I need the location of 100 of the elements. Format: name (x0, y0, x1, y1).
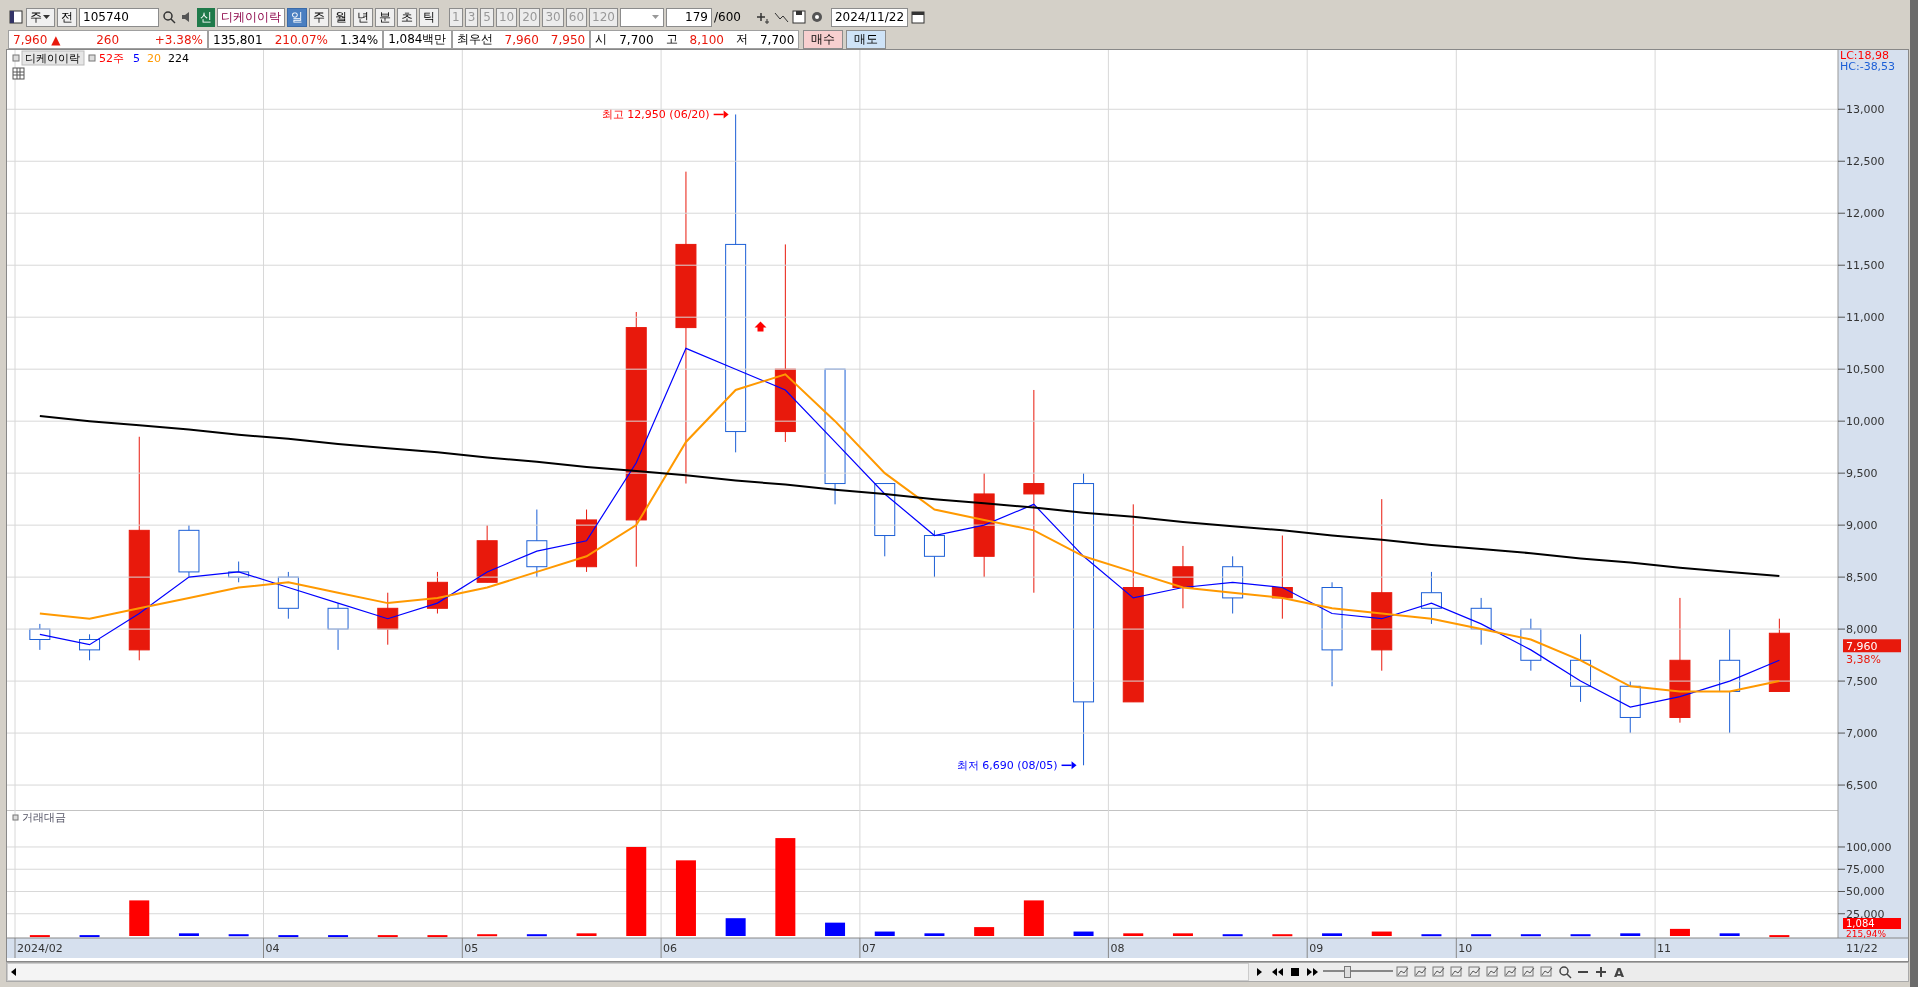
price-annotation: 최고 12,950 (06/20) (601, 108, 710, 122)
volume-bar (974, 927, 995, 936)
price-tag: 7,960 (1843, 639, 1901, 654)
legend-item: 20 (147, 52, 161, 65)
date-label: 11 (1657, 942, 1672, 955)
stock-name-field[interactable]: 디케이이락 (217, 7, 285, 27)
quote-value: 8,100 (689, 32, 724, 47)
sell-button[interactable]: 매도 (846, 30, 887, 49)
volume-bar (1669, 928, 1690, 936)
quote-value: 1,084백만 (388, 31, 447, 48)
quote-value: 최우선 (456, 31, 493, 48)
caret-icon (650, 13, 660, 21)
table-icon[interactable] (12, 67, 25, 80)
period-tab[interactable]: 초 (397, 7, 417, 27)
price-axis-label: 12,500 (1846, 155, 1885, 169)
quote-value: 7,950 (550, 32, 586, 47)
date-label: 2024/02 (17, 942, 63, 955)
price-axis-label: 9,000 (1846, 519, 1878, 533)
quote-value: +3.38% (154, 32, 203, 47)
candle (1520, 618, 1542, 672)
legend-name[interactable]: 디케이이락 (21, 50, 85, 66)
volume-bar (29, 935, 50, 938)
volume-bar (278, 935, 299, 938)
quote-value: 260 (96, 32, 120, 47)
period-tab[interactable]: 일 (287, 7, 307, 27)
credit-badge: 신 (197, 7, 215, 27)
price-axis-label: 11,000 (1846, 311, 1885, 325)
candle (228, 561, 250, 583)
zoom-icon[interactable] (1557, 964, 1573, 980)
volume-bar (1073, 931, 1094, 936)
price-axis-label: 11,500 (1846, 259, 1885, 273)
code-field[interactable]: 105740 (79, 7, 159, 27)
quote-value: 7,960 (504, 32, 539, 47)
candle (923, 529, 945, 578)
quote-value: 1.34% (340, 32, 379, 47)
volume-bar (1769, 935, 1790, 938)
annotation-arrow (1060, 761, 1077, 770)
volume-bar (129, 900, 150, 936)
buy-button[interactable]: 매수 (803, 30, 844, 49)
volume-bar (1222, 934, 1243, 937)
volume-bar (725, 918, 746, 936)
price-axis-label: 8,000 (1846, 623, 1878, 637)
period-tab[interactable]: 틱 (419, 7, 439, 27)
candle (576, 509, 598, 573)
zoom-slider-thumb[interactable] (1344, 966, 1352, 978)
all-button[interactable]: 전 (57, 7, 77, 27)
font-button[interactable]: A (1611, 964, 1628, 980)
ratio-tag: 215,94% (1846, 929, 1887, 939)
candle (1172, 545, 1194, 609)
market-dropdown[interactable]: 주 (26, 7, 55, 27)
change-tag: 3,38% (1846, 653, 1881, 667)
volume-bar (1272, 934, 1293, 937)
volume-bar (1570, 934, 1591, 937)
quote-value: 시 (595, 31, 608, 48)
panel-icon[interactable] (8, 9, 24, 25)
date-field[interactable]: 2024/11/22 (830, 7, 909, 27)
save-icon[interactable] (790, 9, 807, 25)
count-field[interactable]: 179 (665, 7, 712, 27)
chart-icon[interactable] (1539, 964, 1555, 980)
legend-item: 52주 (99, 52, 124, 65)
candle (476, 524, 498, 583)
horizontal-scrollbar[interactable] (7, 963, 1249, 981)
unit-dropdown[interactable] (619, 7, 664, 27)
volume-bar (874, 931, 895, 936)
volume-bar (526, 934, 547, 937)
quote-value: 210.07% (274, 32, 328, 47)
volume-axis-label: 25,000 (1846, 907, 1885, 921)
volume-bar (924, 933, 945, 936)
volume-axis-label: 50,000 (1846, 885, 1885, 899)
candle (377, 592, 399, 646)
candle (1619, 680, 1641, 734)
price-annotation: 최저 6,690 (08/05) (956, 759, 1058, 773)
total-count: /600 (713, 10, 741, 24)
date-label: 09 (1309, 942, 1324, 955)
candle (29, 623, 51, 651)
volume-bar (228, 934, 249, 937)
quote-value: 고 (665, 31, 678, 48)
calendar-icon[interactable] (910, 9, 927, 25)
legend-icon (88, 54, 96, 62)
volume-axis-label: 100,000 (1846, 841, 1892, 854)
period-tab[interactable]: 월 (331, 7, 351, 27)
volume-bar (825, 922, 846, 936)
period-tab[interactable]: 분 (375, 7, 395, 27)
date-label: 10 (1458, 942, 1473, 955)
annotation-arrow (712, 110, 729, 119)
period-tab[interactable]: 주 (309, 7, 329, 27)
date-label: 05 (464, 942, 479, 955)
period-tab[interactable]: 년 (353, 7, 373, 27)
volume-bar (1371, 931, 1392, 936)
hc-label: HC:-38,53 (1840, 60, 1896, 73)
signal-arrow-icon (754, 321, 767, 332)
volume-bar (1719, 933, 1740, 936)
search-icon[interactable] (161, 9, 177, 25)
volume-bar (1520, 934, 1541, 937)
plus-icon[interactable] (1593, 964, 1609, 980)
quote-value: 135,801 (213, 32, 263, 47)
price-axis-label: 10,500 (1846, 363, 1885, 377)
price-axis-label: 12,000 (1846, 207, 1885, 221)
candle (277, 571, 299, 620)
panel-title: 거래대금 (22, 811, 66, 824)
